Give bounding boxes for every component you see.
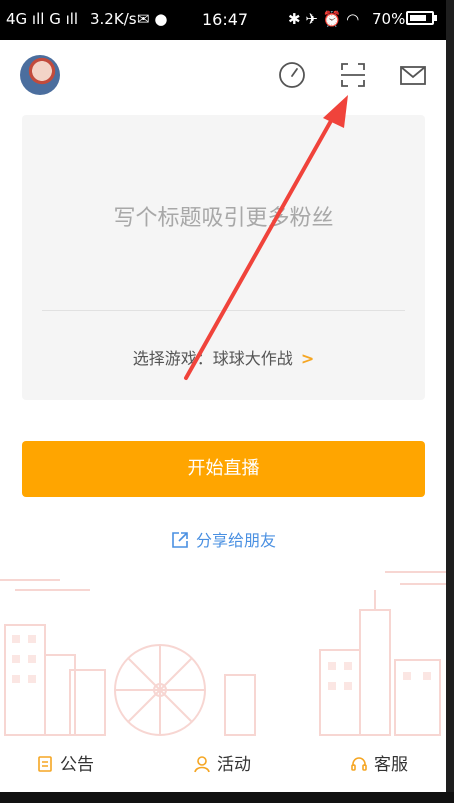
user-avatar[interactable] — [20, 55, 60, 95]
bottom-tab-bar: 公告 活动 客服 — [0, 738, 446, 784]
game-value: 球球大作战 — [212, 349, 293, 368]
share-icon — [172, 532, 188, 548]
chevron-right-icon: > — [300, 349, 315, 368]
status-bar: 4G ıll G ıll 3.2K/s ✉ ● 16:47 ✱ ✈ ⏰ ◠ 70… — [0, 0, 446, 40]
tab-notice-label: 公告 — [60, 755, 94, 775]
tab-customer-service-label: 客服 — [374, 755, 408, 775]
share-button[interactable]: 分享给朋友 — [0, 527, 446, 551]
window-edge — [446, 0, 454, 803]
share-label: 分享给朋友 — [195, 531, 276, 550]
person-icon — [194, 756, 210, 773]
live-setup-card: 写个标题吸引更多粉丝 选择游戏：球球大作战 > — [22, 115, 425, 400]
select-game-row[interactable]: 选择游戏：球球大作战 > — [22, 345, 425, 369]
card-divider — [42, 310, 405, 311]
tab-activity[interactable]: 活动 — [193, 750, 251, 775]
notice-icon — [38, 756, 52, 772]
start-live-button[interactable]: 开始直播 — [22, 441, 425, 497]
city-skyline-illustration — [0, 571, 446, 736]
game-label: 选择游戏： — [132, 349, 213, 368]
scan-icon[interactable] — [338, 60, 368, 90]
network-indicator: 4G ıll G ıll — [6, 10, 79, 28]
mail-icon[interactable] — [398, 60, 428, 90]
tab-notice[interactable]: 公告 — [36, 750, 94, 775]
battery-percent: 70% — [372, 10, 406, 28]
battery-tip — [434, 15, 437, 21]
window-bottom-edge — [0, 792, 454, 803]
wechat-icon: ✉ ● — [137, 10, 168, 28]
system-icons: ✱ ✈ ⏰ ◠ — [288, 10, 360, 28]
speedometer-icon[interactable] — [277, 60, 307, 90]
title-input[interactable]: 写个标题吸引更多粉丝 — [22, 200, 425, 232]
headset-icon — [351, 757, 367, 771]
app-screen: 4G ıll G ıll 3.2K/s ✉ ● 16:47 ✱ ✈ ⏰ ◠ 70… — [0, 0, 446, 803]
clock: 16:47 — [202, 10, 249, 29]
network-speed: 3.2K/s — [90, 10, 137, 28]
battery-icon — [406, 11, 434, 25]
tab-customer-service[interactable]: 客服 — [350, 750, 408, 775]
tab-activity-label: 活动 — [217, 755, 251, 775]
